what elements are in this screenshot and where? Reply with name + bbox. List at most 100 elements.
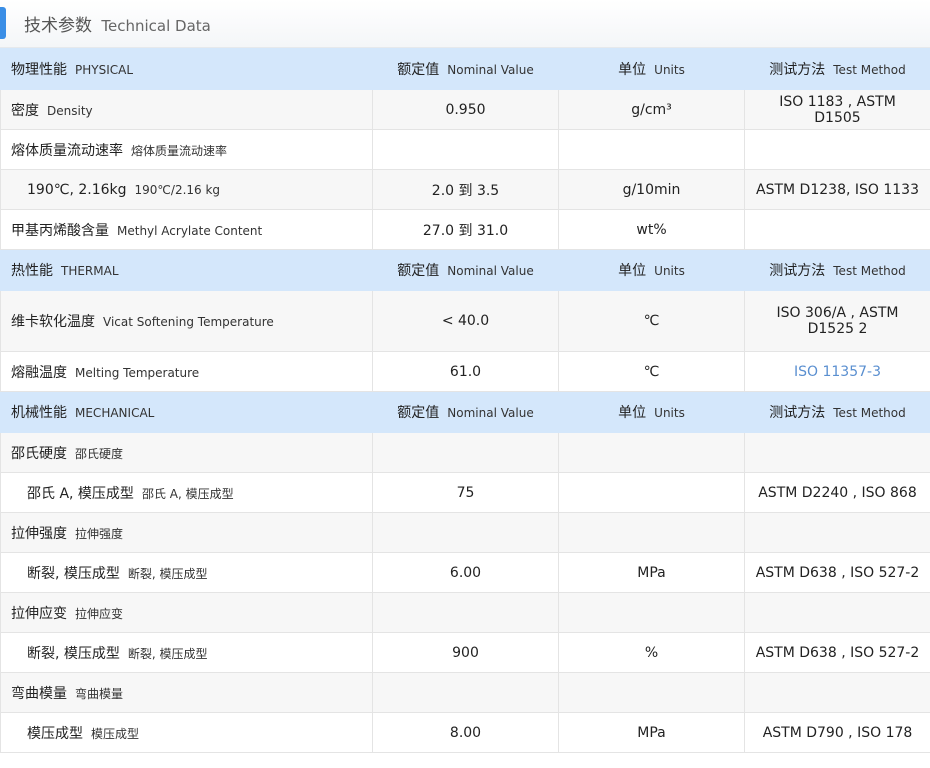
units-cell — [558, 512, 745, 553]
property-header: 物理性能 PHYSICAL — [0, 48, 373, 90]
table-row: 拉伸应变 拉伸应变 — [0, 592, 930, 633]
property-en: Density — [47, 103, 93, 118]
value-cell — [372, 512, 559, 553]
property-en: 断裂, 模压成型 — [127, 566, 208, 581]
property-cn: 拉伸应变 — [11, 605, 67, 622]
units-cell — [558, 432, 745, 473]
units-cell: MPa — [558, 552, 745, 593]
table-row: 190℃, 2.16kg 190℃/2.16 kg 2.0 到 3.5 g/10m… — [0, 169, 930, 210]
property-cell: 模压成型 模压成型 — [0, 712, 373, 753]
value-header: 额定值 Nominal Value — [372, 249, 559, 291]
units-cell — [558, 592, 745, 633]
value-cell — [372, 592, 559, 633]
property-cn: 密度 — [11, 102, 39, 119]
table-row: 断裂, 模压成型 断裂, 模压成型 900 % ASTM D638 , ISO 5… — [0, 632, 930, 673]
method-cell: ASTM D638 , ISO 527-2 — [744, 632, 930, 673]
property-cell: 190℃, 2.16kg 190℃/2.16 kg — [0, 169, 373, 210]
value-header: 额定值 Nominal Value — [372, 391, 559, 433]
table-row: 弯曲模量 弯曲模量 — [0, 672, 930, 713]
property-en: 弯曲模量 — [75, 686, 124, 701]
value-cell: 75 — [372, 472, 559, 513]
property-en: 邵氏 A, 模压成型 — [141, 486, 234, 501]
property-cn: 维卡软化温度 — [11, 314, 95, 330]
table-row: 模压成型 模压成型 8.00 MPa ASTM D790 , ISO 178 — [0, 712, 930, 753]
units-header-cn: 单位 — [618, 263, 647, 279]
value-header: 额定值 Nominal Value — [372, 48, 559, 90]
property-header-en: PHYSICAL — [75, 63, 134, 77]
units-header-en: Units — [654, 406, 685, 420]
value-header-en: Nominal Value — [447, 264, 534, 278]
value-cell: 0.950 — [372, 89, 559, 130]
method-cell — [744, 209, 930, 250]
units-cell: g/10min — [558, 169, 745, 210]
property-cn: 邵氏 A, 模压成型 — [27, 485, 134, 502]
property-en: 熔体质量流动速率 — [131, 143, 228, 158]
property-cell: 断裂, 模压成型 断裂, 模压成型 — [0, 552, 373, 593]
value-cell — [372, 672, 559, 713]
property-cell: 邵氏硬度 邵氏硬度 — [0, 432, 373, 473]
property-cell: 甲基丙烯酸含量 Methyl Acrylate Content — [0, 209, 373, 250]
value-cell: 8.00 — [372, 712, 559, 753]
title-en: Technical Data — [101, 17, 211, 35]
section-header: 技术参数 Technical Data — [0, 0, 930, 48]
property-cell: 拉伸应变 拉伸应变 — [0, 592, 373, 633]
units-cell: ℃ — [558, 351, 745, 392]
property-header-cn: 热性能 — [11, 263, 53, 279]
method-cell: ASTM D638 , ISO 527-2 — [744, 552, 930, 593]
units-header: 单位 Units — [558, 249, 745, 291]
test-method-link[interactable]: ISO 11357-3 — [794, 364, 881, 380]
property-cell: 邵氏 A, 模压成型 邵氏 A, 模压成型 — [0, 472, 373, 513]
value-cell: < 40.0 — [372, 290, 559, 352]
property-header: 热性能 THERMAL — [0, 249, 373, 291]
property-cell: 熔体质量流动速率 熔体质量流动速率 — [0, 129, 373, 170]
method-cell — [744, 512, 930, 553]
units-header: 单位 Units — [558, 48, 745, 90]
property-cn: 甲基丙烯酸含量 — [11, 222, 109, 239]
property-cn: 断裂, 模压成型 — [27, 565, 120, 582]
table-row: 甲基丙烯酸含量 Methyl Acrylate Content 27.0 到 31… — [0, 209, 930, 250]
property-en: 断裂, 模压成型 — [127, 646, 208, 661]
property-cell: 熔融温度 Melting Temperature — [0, 351, 373, 392]
method-cell — [744, 432, 930, 473]
table-row: 邵氏硬度 邵氏硬度 — [0, 432, 930, 473]
units-cell: wt% — [558, 209, 745, 250]
value-cell: 2.0 到 3.5 — [372, 169, 559, 210]
value-header-en: Nominal Value — [447, 406, 534, 420]
property-header-en: THERMAL — [61, 264, 119, 278]
value-header-en: Nominal Value — [447, 63, 534, 77]
property-en: 模压成型 — [91, 726, 140, 741]
method-cell: ISO 11357-3 — [744, 351, 930, 392]
units-header-cn: 单位 — [618, 405, 647, 421]
value-header-cn: 额定值 — [397, 62, 440, 78]
method-header-cn: 测试方法 — [769, 263, 826, 279]
method-cell: ASTM D2240 , ISO 868 — [744, 472, 930, 513]
units-cell — [558, 472, 745, 513]
property-en: 190℃/2.16 kg — [134, 182, 221, 197]
method-header: 测试方法 Test Method — [744, 48, 930, 90]
units-cell: g/cm³ — [558, 89, 745, 130]
table-row: 熔融温度 Melting Temperature 61.0 ℃ ISO 11357… — [0, 351, 930, 392]
units-cell — [558, 129, 745, 170]
table-row: 维卡软化温度 Vicat Softening Temperature < 40.0… — [0, 290, 930, 352]
method-cell: ASTM D790 , ISO 178 — [744, 712, 930, 753]
table-row: 熔体质量流动速率 熔体质量流动速率 — [0, 129, 930, 170]
value-cell — [372, 129, 559, 170]
table-row: 断裂, 模压成型 断裂, 模压成型 6.00 MPa ASTM D638 , IS… — [0, 552, 930, 593]
value-cell: 6.00 — [372, 552, 559, 593]
property-cell: 密度 Density — [0, 89, 373, 130]
property-cell: 断裂, 模压成型 断裂, 模压成型 — [0, 632, 373, 673]
property-cn: 拉伸强度 — [11, 525, 67, 542]
table-row: 邵氏 A, 模压成型 邵氏 A, 模压成型 75 ASTM D2240 , ISO… — [0, 472, 930, 513]
value-cell: 27.0 到 31.0 — [372, 209, 559, 250]
method-header-en: Test Method — [833, 264, 906, 278]
units-cell — [558, 672, 745, 713]
units-header: 单位 Units — [558, 391, 745, 433]
property-cell: 弯曲模量 弯曲模量 — [0, 672, 373, 713]
property-cell: 维卡软化温度 Vicat Softening Temperature — [0, 290, 373, 352]
method-header: 测试方法 Test Method — [744, 391, 930, 433]
property-en: 拉伸应变 — [75, 606, 124, 621]
units-cell: ℃ — [558, 290, 745, 352]
property-cn: 熔融温度 — [11, 364, 67, 381]
section-header-row: 机械性能 MECHANICAL 额定值 Nominal Value 单位 Units … — [0, 391, 930, 433]
section-header-row: 热性能 THERMAL 额定值 Nominal Value 单位 Units 测试方法… — [0, 249, 930, 291]
